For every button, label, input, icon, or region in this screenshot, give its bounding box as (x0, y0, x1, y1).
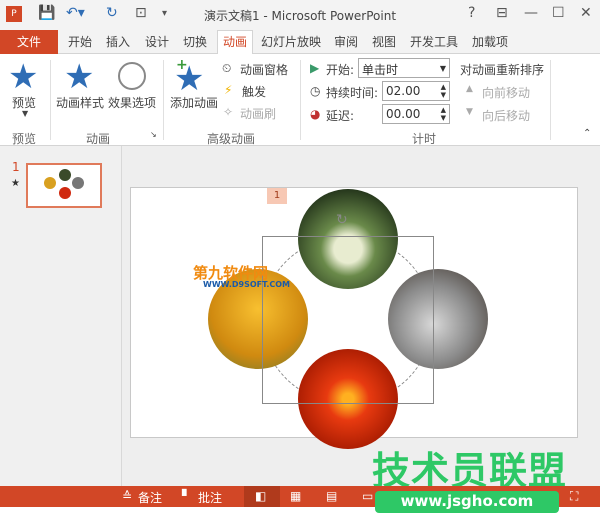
slide-number: 1 (12, 160, 20, 174)
arrow-down-icon: ▼ (466, 107, 473, 117)
tab-view[interactable]: 视图 (372, 33, 396, 50)
help-button[interactable]: ? (468, 5, 475, 21)
duration-spinner[interactable]: 02.00 ▲ ▼ (382, 81, 450, 101)
tab-transitions[interactable]: 切换 (183, 33, 207, 50)
group-label-advanced: 高级动画 (207, 132, 256, 146)
delay-label: 延迟: (326, 109, 355, 123)
move-later-button[interactable]: 向后移动 (482, 107, 530, 124)
tab-file[interactable]: 文件 (0, 30, 58, 54)
animation-painter-icon: ✧ (223, 105, 234, 119)
ribbon-tabs: 文件 开始 插入 设计 切换 动画 幻灯片放映 审阅 视图 开发工具 加载项 (0, 30, 600, 55)
comments-button[interactable]: 批注 (198, 489, 222, 506)
animation-style-star-icon: ★ (64, 57, 95, 97)
normal-view-button[interactable]: ◧ (244, 486, 280, 507)
tab-home[interactable]: 开始 (68, 33, 92, 50)
tab-design[interactable]: 设计 (145, 33, 169, 50)
delay-value: 00.00 (386, 107, 421, 121)
reading-view-icon[interactable]: ▤ (326, 489, 337, 503)
start-label: 开始: (326, 63, 355, 77)
start-icon: ▶ (310, 61, 320, 75)
spin-arrows-icon[interactable]: ▲ ▼ (441, 83, 446, 99)
plus-icon: + (176, 57, 188, 73)
add-animation-button[interactable]: 添加动画 (170, 94, 218, 111)
normal-view-icon: ◧ (255, 489, 267, 503)
tab-animations[interactable]: 动画 (217, 30, 254, 55)
animation-star-icon: ★ (11, 178, 20, 189)
comment-icon: ▘ (182, 489, 192, 503)
group-label-preview: 预览 (12, 132, 37, 146)
animation-pane-button[interactable]: 动画窗格 (240, 61, 288, 78)
start-dropdown[interactable]: 单击时 ▼ (358, 58, 450, 78)
duration-label: 持续时间: (326, 86, 379, 100)
effect-options-button[interactable]: 效果选项 (108, 94, 156, 111)
start-value: 单击时 (362, 63, 399, 77)
group-label-timing: 计时 (412, 132, 437, 146)
move-earlier-button[interactable]: 向前移动 (482, 84, 530, 101)
tab-addins[interactable]: 加载项 (472, 33, 508, 50)
slide-thumbnail[interactable] (26, 163, 102, 208)
animation-painter-button[interactable]: 动画刷 (240, 105, 276, 122)
reorder-title: 对动画重新排序 (460, 63, 545, 77)
maximize-icon[interactable]: ☐ (552, 5, 565, 21)
spin-arrows-icon[interactable]: ▲ ▼ (441, 106, 446, 122)
window-title: 演示文稿1 - Microsoft PowerPoint (203, 9, 397, 23)
minimize-icon[interactable]: — (524, 5, 538, 21)
tab-slideshow[interactable]: 幻灯片放映 (261, 33, 321, 50)
duration-value: 02.00 (386, 84, 421, 98)
animation-pane-icon: ⏲ (222, 61, 232, 75)
group-label-animation: 动画 (86, 132, 111, 146)
effect-options-circle-icon (118, 62, 146, 90)
collapse-ribbon-icon[interactable]: ⌃ (583, 128, 591, 139)
clock-icon: ◷ (310, 84, 321, 98)
tab-insert[interactable]: 插入 (106, 33, 130, 50)
close-icon[interactable]: ✕ (580, 5, 592, 21)
notes-icon: ≙ (122, 489, 133, 503)
dialog-launcher-icon[interactable]: ↘ (150, 130, 157, 139)
slide-sorter-icon[interactable]: ▦ (290, 489, 301, 503)
title-bar: P 💾 ↶▾ ↻ ⊡ ▾ 演示文稿1 - Microsoft PowerPoin… (0, 0, 600, 30)
notes-button[interactable]: 备注 (138, 489, 162, 506)
delay-icon: ◕ (310, 107, 321, 121)
tab-developer[interactable]: 开发工具 (410, 33, 458, 50)
slide-canvas[interactable]: 1 ↻ 第九软件网 WWW.D9SOFT.COM (130, 187, 578, 449)
trigger-button[interactable]: 触发 (242, 83, 266, 100)
chevron-down-icon: ▼ (22, 109, 29, 118)
ribbon: ★ 预览 ▼ 预览 ★ 动画样式 效果选项 动画 ↘ ★ + 添加动画 ⏲ 动画… (0, 54, 600, 146)
slideshow-view-icon[interactable]: ▭ (362, 489, 373, 503)
watermark-jsgho-url: www.jsgho.com (375, 491, 559, 513)
watermark-d9soft-url: WWW.D9SOFT.COM (203, 280, 291, 289)
rotate-handle-icon[interactable]: ↻ (336, 212, 348, 228)
animation-styles-button[interactable]: 动画样式 (56, 94, 104, 111)
selection-box[interactable] (262, 236, 434, 404)
trigger-icon: ⚡ (224, 83, 233, 97)
animation-tag[interactable]: 1 (267, 188, 287, 204)
delay-spinner[interactable]: 00.00 ▲ ▼ (382, 104, 450, 124)
fit-slide-icon[interactable]: ⛶ (570, 489, 578, 504)
chevron-down-icon: ▼ (439, 64, 446, 73)
ribbon-display-icon[interactable]: ⊟ (496, 5, 508, 21)
tab-review[interactable]: 审阅 (334, 33, 358, 50)
thumbnail-pane: 1 ★ (0, 146, 122, 486)
preview-star-icon: ★ (8, 57, 39, 97)
arrow-up-icon: ▲ (466, 84, 473, 94)
